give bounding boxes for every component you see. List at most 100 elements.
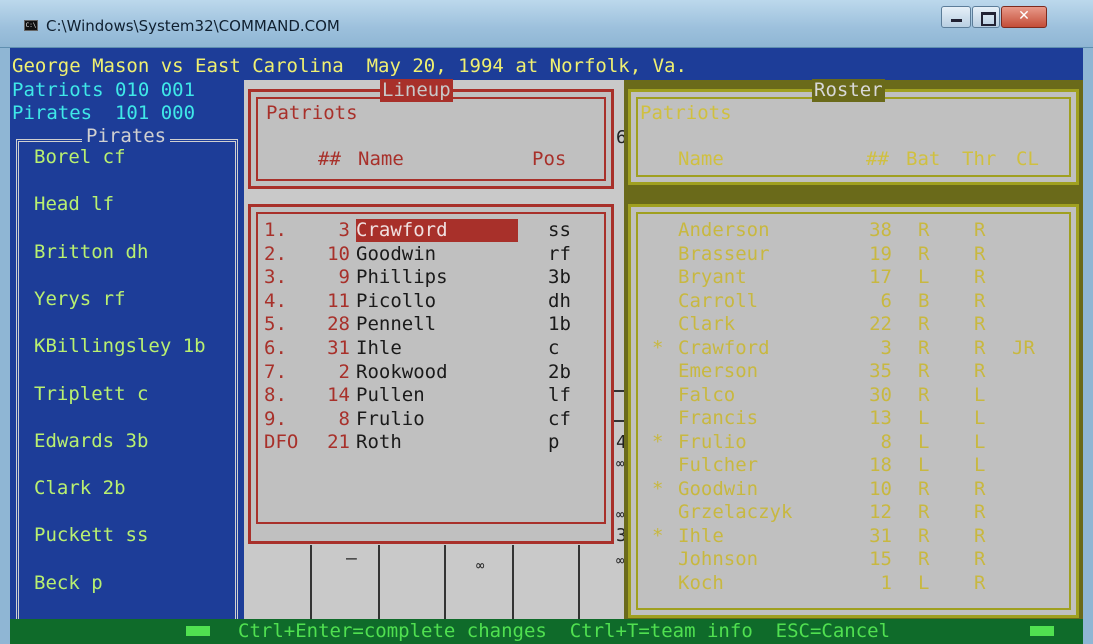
lineup-name: Pennell [356,313,437,336]
roster-row[interactable]: Brasseur 19 R R [640,243,1060,266]
lineup-col-pos: Pos [532,148,567,170]
roster-number: 12 [869,501,892,523]
roster-throw: R [974,477,986,500]
roster-row[interactable]: * Crawford 3 R R JR [640,337,1060,360]
pirates-player[interactable]: Yerys rf [34,288,126,311]
roster-row[interactable]: Emerson 35 R R [640,360,1060,383]
score-pirates: Pirates 101 000 [12,102,196,124]
roster-number: 13 [869,407,892,429]
roster-name: Ihle [678,524,724,547]
lineup-position: dh [548,289,571,312]
pirates-player[interactable]: Puckett ss [34,524,148,547]
roster-number: 6 [880,289,892,312]
pirates-player[interactable]: KBillingsley 1b [34,335,206,358]
roster-row[interactable]: Bryant 17 L R [640,266,1060,289]
lineup-order: 3. [264,266,287,289]
roster-col-bat: Bat [906,148,941,170]
roster-name: Fulcher [678,454,759,476]
roster-name: Emerson [678,360,759,382]
grid-divider [310,545,312,619]
lineup-number: 2 [338,360,350,383]
lineup-row[interactable]: 8. 14 Pullen lf [264,384,604,407]
lineup-name: Picollo [356,289,437,312]
roster-row[interactable]: Grzelaczyk 12 R R [640,501,1060,524]
lineup-order: 5. [264,313,287,336]
pirates-player[interactable]: Britton dh [34,241,148,264]
roster-number: 30 [869,383,892,406]
lineup-row[interactable]: 9. 8 Frulio cf [264,408,604,431]
roster-col-thr: Thr [962,148,997,170]
lineup-row[interactable]: 1. 3 Crawford ss [264,219,604,242]
roster-throw: L [974,407,986,429]
pirates-player[interactable]: Clark 2b [34,477,126,500]
roster-throw: R [974,242,986,265]
lineup-position: c [548,337,560,359]
roster-name: Goodwin [678,477,759,500]
roster-throw: R [974,266,986,288]
roster-name: Brasseur [678,242,770,265]
roster-name: Anderson [678,219,770,241]
lineup-name: Crawford [356,219,518,242]
roster-name: Johnson [678,548,759,570]
lineup-row[interactable]: DFO 21 Roth p [264,431,604,454]
roster-row[interactable]: Koch 1 L R [640,572,1060,595]
roster-row[interactable]: Johnson 15 R R [640,548,1060,571]
pirates-player[interactable]: Triplett c [34,383,148,406]
pirates-player[interactable]: Edwards 3b [34,430,148,453]
minimize-button[interactable] [941,6,971,28]
lineup-row[interactable]: 3. 9 Phillips 3b [264,266,604,289]
lineup-row[interactable]: 7. 2 Rookwood 2b [264,361,604,384]
roster-row[interactable]: Clark 22 R R [640,313,1060,336]
lineup-order: 6. [264,337,287,359]
lineup-number: 14 [327,384,350,407]
game-header: George Mason vs East Carolina May 20, 19… [12,55,687,77]
pirates-player[interactable]: Beck p [34,572,103,595]
close-button[interactable]: ✕ [1001,6,1047,28]
roster-bat: R [918,383,930,406]
roster-bat: R [918,501,930,523]
maximize-button[interactable] [972,6,1000,28]
roster-row[interactable]: Francis 13 L L [640,407,1060,430]
lineup-row[interactable]: 2. 10 Goodwin rf [264,243,604,266]
roster-row[interactable]: Falco 30 R L [640,384,1060,407]
roster-name: Frulio [678,430,747,453]
status-block-left [186,626,210,636]
roster-number: 22 [869,313,892,335]
lineup-col-name: Name [358,148,404,170]
roster-row[interactable]: * Goodwin 10 R R [640,478,1060,501]
roster-throw: L [974,383,986,406]
lineup-order: 7. [264,360,287,383]
window-title-bar[interactable]: C:\ C:\Windows\System32\COMMAND.COM ✕ [0,0,1093,48]
roster-bat: L [918,571,930,594]
roster-row[interactable]: * Ihle 31 R R [640,525,1060,548]
roster-name: Clark [678,313,736,335]
status-block-right [1030,626,1054,636]
lineup-name: Rookwood [356,360,448,383]
roster-starter-mark: * [652,430,664,453]
roster-bat: L [918,430,930,453]
roster-row[interactable]: Fulcher 18 L L [640,454,1060,477]
roster-throw: R [974,524,986,547]
lineup-number: 10 [327,242,350,265]
roster-bat: B [918,289,930,312]
pirates-player[interactable]: Borel cf [34,146,126,169]
roster-row[interactable]: Carroll 6 B R [640,290,1060,313]
pirates-player[interactable]: Head lf [34,193,114,216]
lineup-row[interactable]: 5. 28 Pennell 1b [264,313,604,336]
grid-symbol: ∞ [476,558,485,574]
roster-name: Francis [678,407,759,429]
roster-row[interactable]: * Frulio 8 L L [640,431,1060,454]
lineup-row[interactable]: 4. 11 Picollo dh [264,290,604,313]
close-icon: ✕ [1018,8,1030,24]
lineup-number: 8 [338,407,350,430]
roster-number: 18 [869,454,892,476]
roster-number: 38 [869,219,892,241]
roster-bat: R [918,477,930,500]
lineup-position: cf [548,407,571,430]
lineup-title: Lineup [380,79,453,102]
roster-class: JR [1012,336,1035,359]
roster-row[interactable]: Anderson 38 R R [640,219,1060,242]
roster-throw: R [974,360,986,382]
roster-bat: R [918,548,930,570]
lineup-row[interactable]: 6. 31 Ihle c [264,337,604,360]
